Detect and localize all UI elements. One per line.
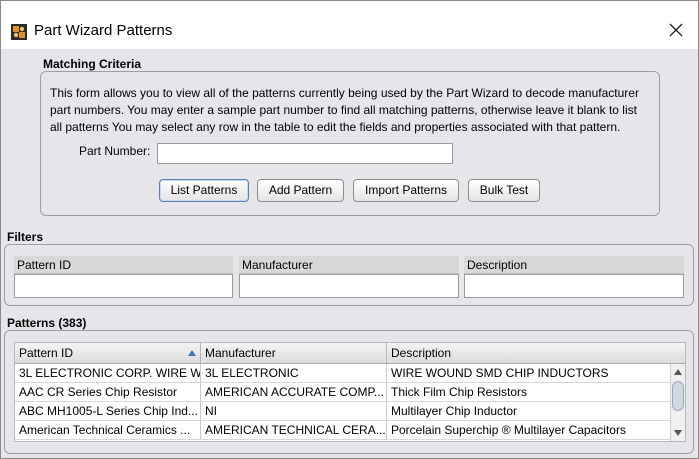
- part-wizard-patterns-window: Part Wizard Patterns Matching Criteria T…: [0, 0, 699, 459]
- dialog-content: Matching Criteria This form allows you t…: [1, 49, 698, 458]
- patterns-table: Pattern ID Manufacturer Description 3L E…: [14, 342, 686, 442]
- table-cell: NI: [201, 402, 387, 421]
- table-cell: Porcelain Superchip ® Multilayer Capacit…: [387, 421, 672, 440]
- table-vertical-scrollbar[interactable]: [670, 364, 685, 441]
- column-header-manufacturer[interactable]: Manufacturer: [201, 343, 387, 364]
- bulk-test-button[interactable]: Bulk Test: [468, 179, 540, 202]
- scrollbar-thumb[interactable]: [672, 381, 684, 411]
- filter-description-input[interactable]: [464, 274, 684, 298]
- column-header-label: Pattern ID: [19, 346, 74, 360]
- puzzle-wizard-icon: [11, 24, 27, 40]
- add-pattern-button[interactable]: Add Pattern: [257, 179, 344, 202]
- table-row[interactable]: AAC CR Series Chip Resistor AMERICAN ACC…: [15, 383, 672, 402]
- table-cell: American Technical Ceramics ...: [15, 421, 201, 440]
- scroll-down-icon[interactable]: [674, 430, 682, 436]
- close-icon[interactable]: [664, 18, 688, 42]
- column-header-pattern-id[interactable]: Pattern ID: [15, 343, 201, 364]
- table-cell: WIRE WOUND SMD CHIP INDUCTORS: [387, 364, 672, 383]
- part-number-input[interactable]: [157, 143, 453, 164]
- import-patterns-button[interactable]: Import Patterns: [353, 179, 459, 202]
- filter-manufacturer-header: Manufacturer: [239, 256, 459, 274]
- description-line: part numbers. You may enter a sample par…: [50, 103, 637, 117]
- title-bar: Part Wizard Patterns: [1, 1, 698, 49]
- filter-pattern-id-header: Pattern ID: [14, 256, 233, 274]
- scroll-up-icon[interactable]: [674, 369, 682, 375]
- table-row[interactable]: 3L ELECTRONIC CORP. WIRE W... 3L ELECTRO…: [15, 364, 672, 383]
- patterns-count-label: Patterns (383): [7, 316, 87, 330]
- table-cell: AMERICAN TECHNICAL CERA...: [201, 421, 387, 440]
- table-row[interactable]: American Technical Ceramics ... AMERICAN…: [15, 421, 672, 440]
- table-cell: Multilayer Chip Inductor: [387, 402, 672, 421]
- filter-description-header: Description: [464, 256, 684, 274]
- matching-criteria-label: Matching Criteria: [43, 57, 142, 71]
- table-cell: ABC MH1005-L Series Chip Ind...: [15, 402, 201, 421]
- table-cell: AMERICAN ACCURATE COMP...: [201, 383, 387, 402]
- table-cell: 3L ELECTRONIC: [201, 364, 387, 383]
- table-row[interactable]: ABC MH1005-L Series Chip Ind... NI Multi…: [15, 402, 672, 421]
- filters-label: Filters: [7, 230, 44, 244]
- filter-manufacturer-input[interactable]: [239, 274, 459, 298]
- table-cell: Thick Film Chip Resistors: [387, 383, 672, 402]
- table-cell: 3L ELECTRONIC CORP. WIRE W...: [15, 364, 201, 383]
- description-line: This form allows you to view all of the …: [50, 86, 639, 100]
- part-number-label: Part Number:: [79, 144, 151, 158]
- sort-ascending-icon: [188, 350, 196, 356]
- description-line: all patterns You may select any row in t…: [50, 120, 621, 134]
- matching-criteria-description: This form allows you to view all of the …: [50, 85, 650, 136]
- filter-pattern-id-input[interactable]: [14, 274, 233, 298]
- window-title: Part Wizard Patterns: [34, 22, 173, 39]
- table-cell: AAC CR Series Chip Resistor: [15, 383, 201, 402]
- list-patterns-button[interactable]: List Patterns: [159, 179, 249, 202]
- table-header-corner: [670, 343, 685, 364]
- column-header-description[interactable]: Description: [387, 343, 672, 364]
